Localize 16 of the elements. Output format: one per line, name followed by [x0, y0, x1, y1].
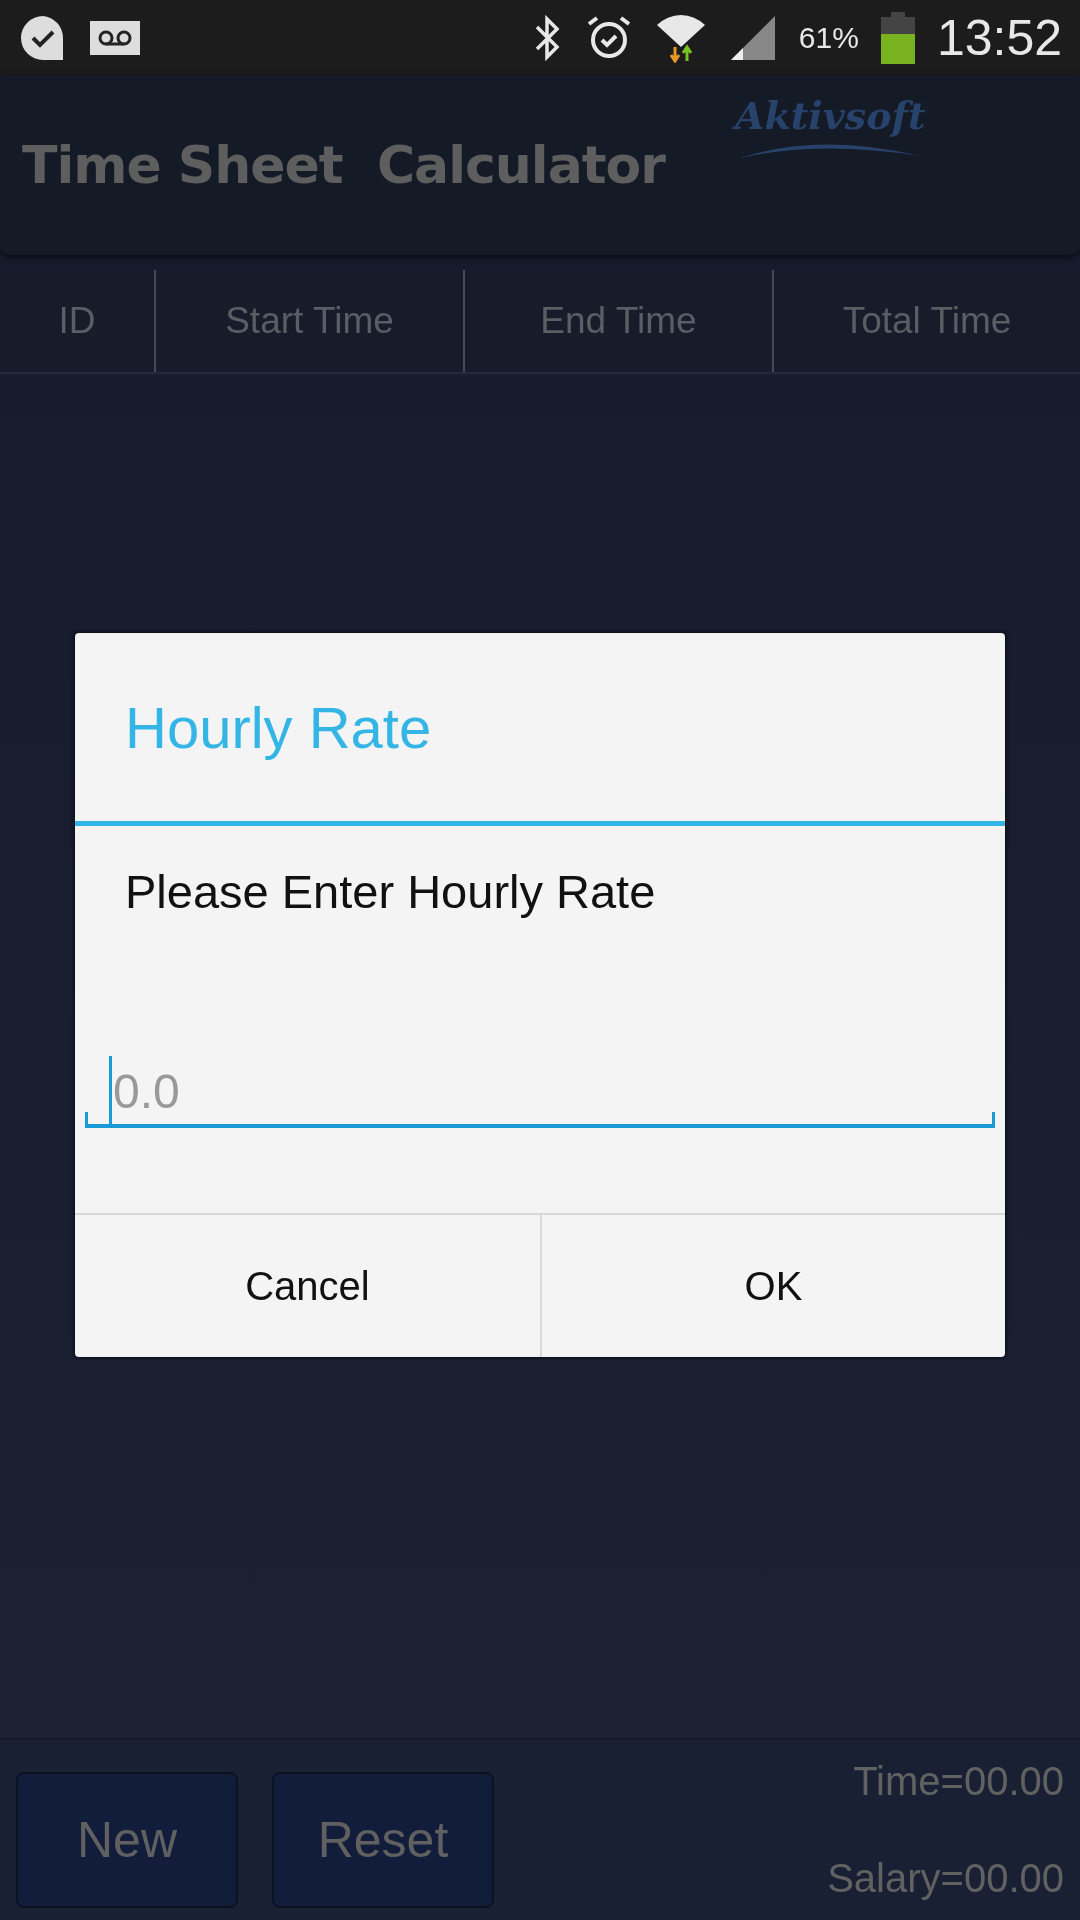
column-header: End Time	[463, 270, 772, 372]
column-header: ID	[57, 299, 97, 343]
column-header: Start Time	[154, 270, 463, 372]
dialog-title: Hourly Rate	[75, 633, 1005, 826]
voicemail-icon	[90, 20, 140, 55]
app-title: Time Sheet Calculator	[22, 135, 665, 195]
dialog-message: Please Enter Hourly Rate	[124, 864, 657, 920]
dialog-button[interactable]: Cancel	[75, 1215, 540, 1357]
time-total: Time=00.00	[853, 1759, 1064, 1804]
column-header: Total Time	[772, 270, 1080, 372]
dialog-button[interactable]: OK	[540, 1215, 1005, 1357]
clock-time: 13:52	[936, 8, 1062, 67]
salary-total: Salary=00.00	[827, 1856, 1064, 1901]
battery-icon	[880, 11, 915, 64]
battery-percent: 61%	[798, 20, 859, 55]
rate-input-field[interactable]: 0.0	[85, 1054, 995, 1128]
